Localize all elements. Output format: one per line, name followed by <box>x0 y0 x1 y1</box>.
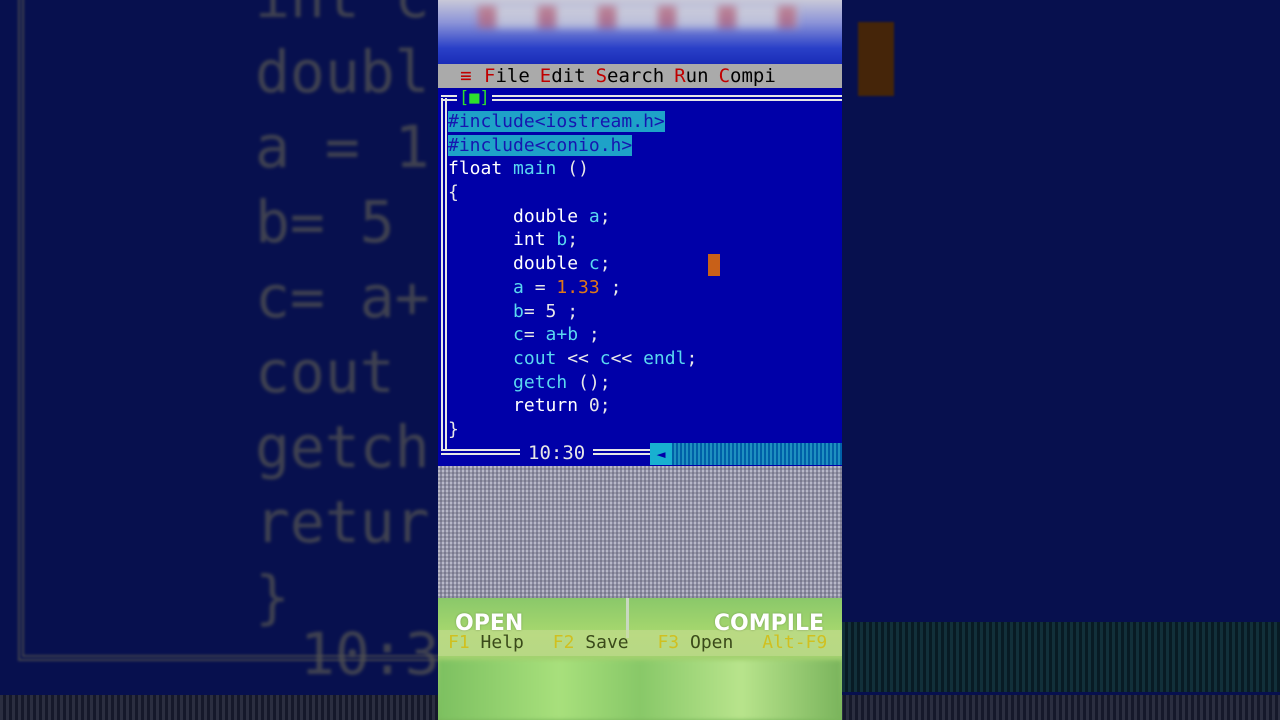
code-token: endl <box>643 347 687 369</box>
code-token: double <box>448 253 589 275</box>
menu-edit[interactable]: Edit <box>540 65 586 87</box>
code-token: c <box>588 253 600 275</box>
code-token: cout <box>448 347 557 369</box>
code-line[interactable]: c= a+b ; <box>448 323 838 347</box>
horizontal-scrollbar[interactable] <box>650 443 842 465</box>
code-token: c <box>599 347 611 369</box>
editor-frame-top <box>441 95 842 101</box>
menu-compile[interactable]: Compi <box>719 65 776 87</box>
code-token: 1.33 <box>556 276 600 298</box>
code-token: #include<iostream.h> <box>448 111 665 132</box>
code-line[interactable]: double a; <box>448 205 838 229</box>
code-token: c <box>448 324 524 346</box>
fkey-save[interactable]: F2 Save <box>553 632 629 653</box>
video-frame: ≡ File Edit Search Run Compi [■] #includ… <box>438 0 842 720</box>
code-token: << <box>610 347 644 369</box>
code-line[interactable]: #include<conio.h> <box>448 134 838 158</box>
code-token: b <box>556 229 568 251</box>
code-token: #include<conio.h> <box>448 134 633 156</box>
code-token: int <box>448 229 557 251</box>
code-token: = <box>523 324 546 346</box>
code-token: } <box>448 418 459 440</box>
code-token: ; <box>578 324 600 346</box>
scroll-left-arrow-icon[interactable]: ◄ <box>650 443 672 465</box>
menu-search[interactable]: Search <box>596 65 665 87</box>
menu-bar: ≡ File Edit Search Run Compi <box>438 64 842 88</box>
text-cursor <box>708 254 720 276</box>
code-line[interactable]: { <box>448 181 838 205</box>
code-token: ; <box>599 253 611 275</box>
code-line[interactable]: int b; <box>448 228 838 252</box>
cursor-position-indicator: 10:30 <box>520 441 594 465</box>
code-line[interactable]: #include<iostream.h> <box>448 110 838 134</box>
code-token: = <box>523 276 557 298</box>
compile-overlay-label: COMPILE <box>713 611 824 636</box>
code-token: = <box>523 300 546 322</box>
code-token: float <box>448 158 503 180</box>
code-token: a+b <box>545 324 579 346</box>
code-line[interactable]: cout << c<< endl; <box>448 347 838 371</box>
close-square-icon[interactable]: [■] <box>459 88 490 108</box>
editor-frame-left <box>441 98 447 450</box>
code-token: () <box>556 158 589 180</box>
code-line[interactable]: } <box>448 418 838 442</box>
code-token: a <box>448 276 524 298</box>
code-line[interactable]: a = 1.33 ; <box>448 276 838 300</box>
open-overlay-label: OPEN <box>455 611 524 636</box>
system-menu-icon[interactable]: ≡ <box>458 65 474 87</box>
code-token: << <box>556 347 600 369</box>
code-token: 5 <box>545 300 557 322</box>
code-line[interactable]: b= 5 ; <box>448 300 838 324</box>
code-token: getch <box>448 371 568 393</box>
code-line[interactable]: return 0; <box>448 394 838 418</box>
code-token: ; <box>686 347 698 369</box>
code-token: return <box>448 395 589 417</box>
top-blurred-banner <box>438 0 842 64</box>
code-line[interactable]: double c; <box>448 252 838 276</box>
code-token: ; <box>556 300 579 322</box>
desktop-background <box>438 466 842 598</box>
code-token: double <box>448 205 589 227</box>
overlay-blur <box>438 660 842 720</box>
editor-window[interactable]: [■] #include<iostream.h> #include<conio.h… <box>438 88 842 466</box>
code-token: (); <box>567 371 611 393</box>
code-token: 0 <box>588 395 600 417</box>
code-token: b <box>448 300 524 322</box>
code-token: ; <box>567 229 579 251</box>
code-token: { <box>448 182 459 204</box>
code-token: ; <box>599 276 622 298</box>
code-token: a <box>588 205 600 227</box>
code-token: main <box>513 158 557 180</box>
menu-file[interactable]: File <box>484 65 530 87</box>
code-token: ; <box>599 395 611 417</box>
code-token: ; <box>599 205 611 227</box>
window-close-box[interactable]: [■] <box>457 88 492 108</box>
code-line[interactable]: float main () <box>448 157 838 181</box>
code-line[interactable]: getch (); <box>448 371 838 395</box>
menu-run[interactable]: Run <box>674 65 708 87</box>
code-editor-text[interactable]: #include<iostream.h> #include<conio.h> flo… <box>448 110 838 442</box>
